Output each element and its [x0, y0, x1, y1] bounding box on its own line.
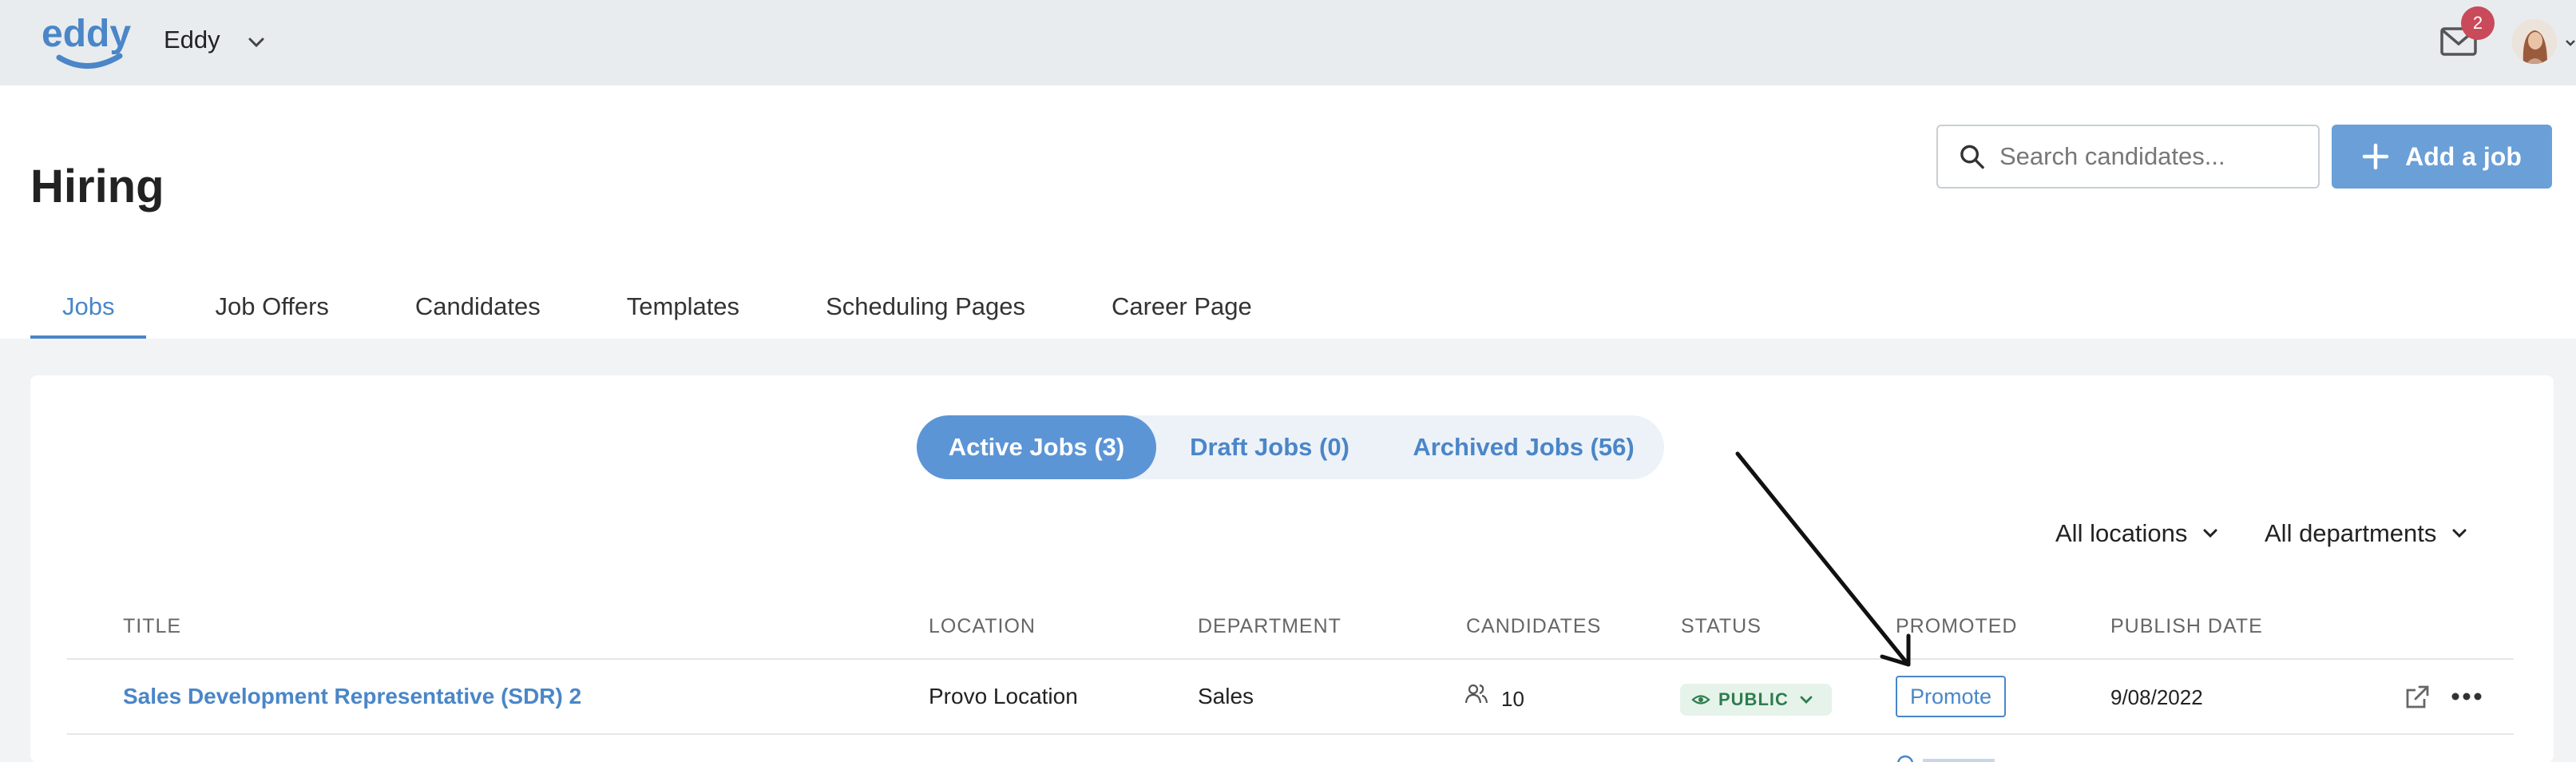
tab-career-page[interactable]: Career Page — [1080, 272, 1284, 339]
job-status-segmented-control: Active Jobs (3) Draft Jobs (0) Archived … — [917, 415, 1664, 479]
search-icon — [1960, 145, 1984, 169]
table-divider — [67, 733, 2514, 735]
column-header-publish-date[interactable]: PUBLISH DATE — [2110, 615, 2263, 638]
search-input[interactable] — [1999, 142, 2318, 171]
partial-row-icon — [1897, 755, 1995, 762]
tab-job-offers[interactable]: Job Offers — [183, 272, 360, 339]
column-header-title[interactable]: TITLE — [123, 615, 181, 638]
chevron-down-icon — [2452, 529, 2467, 538]
people-icon — [1464, 684, 1488, 704]
chevron-down-icon[interactable] — [2565, 37, 2576, 48]
job-department: Sales — [1198, 684, 1254, 708]
segment-active-jobs[interactable]: Active Jobs (3) — [917, 415, 1156, 479]
tab-candidates[interactable]: Candidates — [383, 272, 573, 339]
status-dropdown[interactable]: PUBLIC — [1680, 684, 1832, 716]
tab-scheduling-pages[interactable]: Scheduling Pages — [794, 272, 1057, 339]
candidate-count[interactable]: 10 — [1501, 687, 1524, 712]
more-options-icon[interactable] — [2450, 687, 2483, 706]
external-link-icon[interactable] — [2404, 684, 2431, 711]
department-filter[interactable]: All departments — [2265, 519, 2470, 548]
column-header-promoted[interactable]: PROMOTED — [1896, 615, 2017, 638]
department-filter-label: All departments — [2265, 519, 2437, 547]
eye-icon — [1691, 695, 1710, 704]
chevron-down-icon — [1800, 696, 1813, 704]
main-tabs: Jobs Job Offers Candidates Templates Sch… — [30, 272, 1284, 339]
location-filter-label: All locations — [2055, 519, 2188, 547]
segment-draft-jobs[interactable]: Draft Jobs (0) — [1156, 415, 1383, 479]
column-header-status[interactable]: STATUS — [1681, 615, 1762, 638]
status-label: PUBLIC — [1718, 689, 1789, 709]
job-location: Provo Location — [929, 684, 1078, 708]
svg-text:eddy: eddy — [42, 13, 131, 55]
org-name[interactable]: Eddy — [164, 26, 220, 54]
plus-icon — [2362, 143, 2389, 170]
notification-badge: 2 — [2461, 6, 2495, 40]
column-header-candidates[interactable]: CANDIDATES — [1466, 615, 1601, 638]
table-divider — [67, 658, 2514, 660]
top-bar: eddy Eddy 2 — [0, 0, 2576, 85]
job-title-link[interactable]: Sales Development Representative (SDR) 2 — [123, 684, 581, 709]
avatar[interactable] — [2512, 19, 2557, 64]
publish-date: 9/08/2022 — [2110, 685, 2203, 709]
chevron-down-icon[interactable] — [244, 30, 268, 54]
column-header-department[interactable]: DEPARTMENT — [1198, 615, 1342, 638]
add-job-label: Add a job — [2405, 141, 2522, 171]
promote-button[interactable]: Promote — [1896, 676, 2006, 717]
location-filter[interactable]: All locations — [2055, 519, 2221, 548]
tab-templates[interactable]: Templates — [595, 272, 771, 339]
column-header-location[interactable]: LOCATION — [929, 615, 1036, 638]
chevron-down-icon — [2203, 529, 2217, 538]
eddy-logo[interactable]: eddy — [42, 11, 141, 70]
page-title: Hiring — [30, 161, 164, 212]
search-box[interactable] — [1936, 125, 2320, 189]
tab-jobs[interactable]: Jobs — [30, 272, 147, 339]
segment-archived-jobs[interactable]: Archived Jobs (56) — [1383, 415, 1664, 479]
add-job-button[interactable]: Add a job — [2332, 125, 2552, 189]
